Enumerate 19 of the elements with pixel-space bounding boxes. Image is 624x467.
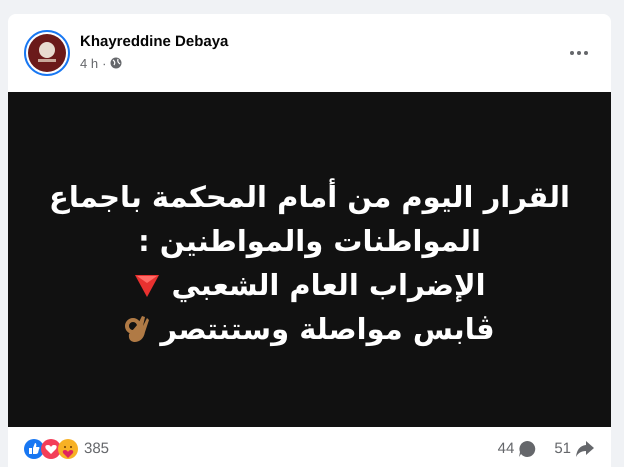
post-text-line: القرار اليوم من أمام المحكمة باجماع [49,177,570,216]
love-reaction-icon[interactable] [41,439,61,459]
share-icon [575,440,595,458]
more-options-icon[interactable] [569,50,589,56]
like-reaction-icon[interactable] [24,439,44,459]
comment-count[interactable]: 44 [498,438,514,460]
separator-dot: · [102,54,106,72]
ok-hand-icon [124,314,150,344]
reaction-count[interactable]: 385 [84,438,110,460]
post-time[interactable]: 4 h [80,54,98,73]
comment-icon [518,440,536,458]
care-reaction-icon[interactable] [58,439,78,459]
avatar[interactable] [24,30,70,76]
post-text-line: ڨابس مواصلة وستنتصر [160,310,495,348]
share-count[interactable]: 51 [554,438,571,460]
post-text-line: الإضراب العام الشعبي [171,266,486,304]
post-text-line: المواطنات والمواطنين : [138,222,481,260]
globe-icon [110,57,122,70]
author-name[interactable]: Khayreddine Debaya [80,31,228,54]
